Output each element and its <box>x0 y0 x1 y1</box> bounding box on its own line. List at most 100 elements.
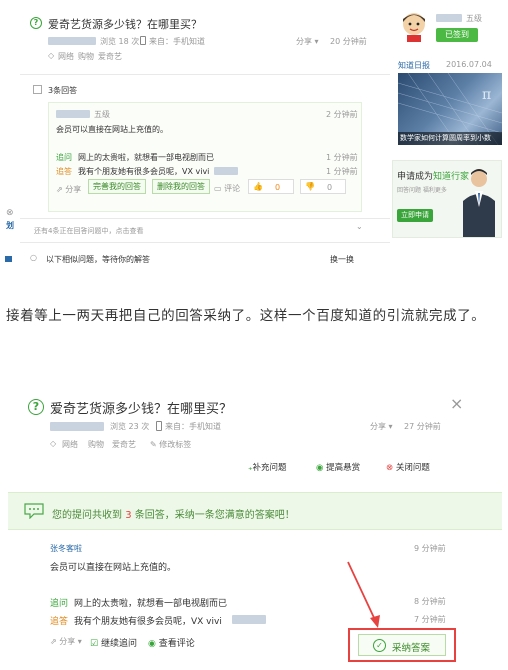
views-count: 浏览 23 次 <box>110 422 150 431</box>
dislike-button[interactable]: 👎 0 <box>300 179 346 194</box>
question-mark-icon: ? <box>28 399 44 415</box>
apply-button[interactable]: 立即申请 <box>397 209 433 222</box>
refresh-link[interactable]: 换一换 <box>330 254 354 265</box>
tag-icon: ◇ <box>48 51 55 60</box>
source-text: 来自：手机知道 <box>149 37 205 46</box>
share-icon: ⇗ <box>56 185 63 194</box>
tag-shopping[interactable]: 购物 <box>88 439 104 450</box>
edit-tags-link[interactable]: ✎ 修改标签 <box>150 439 191 450</box>
tag-iqiyi[interactable]: 爱奇艺 <box>112 439 136 450</box>
answers-icon <box>33 85 42 94</box>
close-icon[interactable]: × <box>450 394 463 413</box>
collapse-chevron-icon[interactable]: ⌄ <box>356 222 363 231</box>
tag-shopping[interactable]: 购物 <box>78 51 94 62</box>
supplement-question-action[interactable]: ₊补充问题 <box>248 461 287 473</box>
followup-time: 8 分钟前 <box>414 597 446 606</box>
check-square-icon: ☑ <box>90 639 99 649</box>
thumb-up-icon: 👍 <box>253 182 263 191</box>
question-title: 爱奇艺货源多少钱？在哪里买？ <box>50 402 233 417</box>
perfect-answer-button[interactable]: 完善我的回答 <box>88 179 146 194</box>
share-answer-link[interactable]: ⇗ 分享 <box>56 184 81 195</box>
reply-time: 7 分钟前 <box>414 615 446 624</box>
followup-time: 1 分钟前 <box>326 153 358 162</box>
answer-text: 会员可以直接在网站上充值的。 <box>56 125 168 134</box>
answer-time: 2 分钟前 <box>326 110 358 119</box>
close-question-action[interactable]: ⊗ 关闭问题 <box>386 461 430 473</box>
views-count: 浏览 18 次 <box>100 37 140 46</box>
sidebar-username-blurred <box>436 14 462 22</box>
expert-promo[interactable]: 申请成为知道行家 回答问题 福利更多 立即申请 <box>392 160 502 238</box>
like-button[interactable]: 👍 0 <box>248 179 294 194</box>
daily-image[interactable]: π 数学家如何计算圆周率到小数 <box>398 73 502 145</box>
more-answers-notice[interactable]: 还有4条正在回答问题中，点击查看 <box>34 226 143 236</box>
divider <box>20 242 390 243</box>
continue-ask-label: 继续追问 <box>100 639 137 649</box>
left-edge-glyph: 划 <box>6 221 14 230</box>
share-link[interactable]: 分享 ▾ <box>370 421 393 432</box>
source-text: 来自：手机知道 <box>165 422 221 431</box>
tag-iqiyi[interactable]: 爱奇艺 <box>98 51 122 62</box>
phone-icon <box>156 421 162 431</box>
share-link[interactable]: 分享 ▾ <box>296 36 319 47</box>
daily-title: 知道日报 <box>398 61 430 70</box>
similar-text: 以下相似问题，等待你的解答 <box>46 255 150 264</box>
article-paragraph: 接着等上一两天再把自己的回答采纳了。这样一个百度知道的引流就完成了。 <box>6 308 486 324</box>
daily-date: 2016.07.04 <box>446 60 492 69</box>
continue-ask-link[interactable]: ☑ 继续追问 <box>90 636 137 649</box>
view-comments-link[interactable]: ◉ 查看评论 <box>148 636 195 649</box>
signed-in-button[interactable]: 已签到 <box>436 28 478 42</box>
svg-text:π: π <box>482 87 491 103</box>
share-icon: ⇗ <box>50 637 57 646</box>
followup-label: 追问 <box>56 153 72 162</box>
tag-network[interactable]: 网络 <box>58 51 74 62</box>
view-comments-label: 查看评论 <box>158 639 195 649</box>
close-circle-icon: ⊗ <box>386 463 394 473</box>
asker-name-blurred <box>48 37 96 45</box>
answer-text: 会员可以直接在网站上充值的。 <box>50 563 177 573</box>
share-answer-label: 分享 <box>59 637 76 646</box>
comment-icon: ▭ <box>214 184 222 193</box>
reply-id-blurred <box>232 615 266 624</box>
businessman-illustration <box>455 167 499 237</box>
divider <box>20 74 390 75</box>
similar-icon: ○ <box>30 253 37 262</box>
tag-network[interactable]: 网络 <box>62 439 78 450</box>
close-question-label: 关闭问题 <box>395 463 430 473</box>
like-count: 0 <box>275 183 281 192</box>
comment-link[interactable]: ▭ 评论 <box>214 183 240 194</box>
phone-icon <box>140 36 146 45</box>
arrow-up-icon: ◉ <box>316 463 324 473</box>
share-label: 分享 <box>370 422 386 431</box>
adopt-answer-label: 采纳答案 <box>392 643 431 654</box>
asker-name-blurred <box>50 422 104 431</box>
followup-text: 网上的太贵啦，就想看一部电视剧而已 <box>78 153 214 162</box>
answered-time: 27 分钟前 <box>404 422 441 431</box>
reply-time: 1 分钟前 <box>326 167 358 176</box>
reply-id-blurred <box>214 167 238 175</box>
speech-bubble-icon <box>24 503 44 519</box>
question-title: 爱奇艺货源多少钱？在哪里买？ <box>48 18 202 31</box>
comment-label: 评论 <box>224 184 241 193</box>
thumb-down-icon: 👎 <box>305 182 315 191</box>
banner-text: 您的提问共收到 3 条回答，采纳一条您满意的答案吧！ <box>52 510 295 521</box>
tag-icon: ◇ <box>50 439 57 448</box>
divider <box>20 218 390 219</box>
adopt-answer-button[interactable]: ✓ 采纳答案 <box>358 634 446 656</box>
bottom-screenshot: ? 爱奇艺货源多少钱？在哪里买？ × 浏览 23 次 来自：手机知道 分享 ▾ … <box>0 380 508 670</box>
user-avatar[interactable] <box>398 10 430 42</box>
left-edge-blue-mark <box>5 256 12 262</box>
followup-text: 网上的太贵啦，就想看一部电视剧而已 <box>74 599 228 609</box>
edit-tags-label: 修改标签 <box>159 440 192 449</box>
share-answer-link[interactable]: ⇗ 分享 ▾ <box>50 636 82 647</box>
delete-answer-button[interactable]: 删除我的回答 <box>152 179 210 194</box>
reply-label: 追答 <box>56 167 72 176</box>
reply-text: 我有个朋友她有很多会员呢，VX vivi <box>78 167 210 176</box>
left-edge-icon: ⊗ <box>6 208 14 218</box>
answered-time: 20 分钟前 <box>330 37 367 46</box>
answer-time: 9 分钟前 <box>414 544 446 553</box>
raise-reward-action[interactable]: ◉ 提高悬赏 <box>316 461 360 473</box>
question-mark-icon: ? <box>30 17 42 29</box>
answers-heading: 3条回答 <box>48 86 78 95</box>
answerer-level: 五级 <box>94 110 110 119</box>
answerer-name[interactable]: 张冬客啦 <box>50 543 82 554</box>
